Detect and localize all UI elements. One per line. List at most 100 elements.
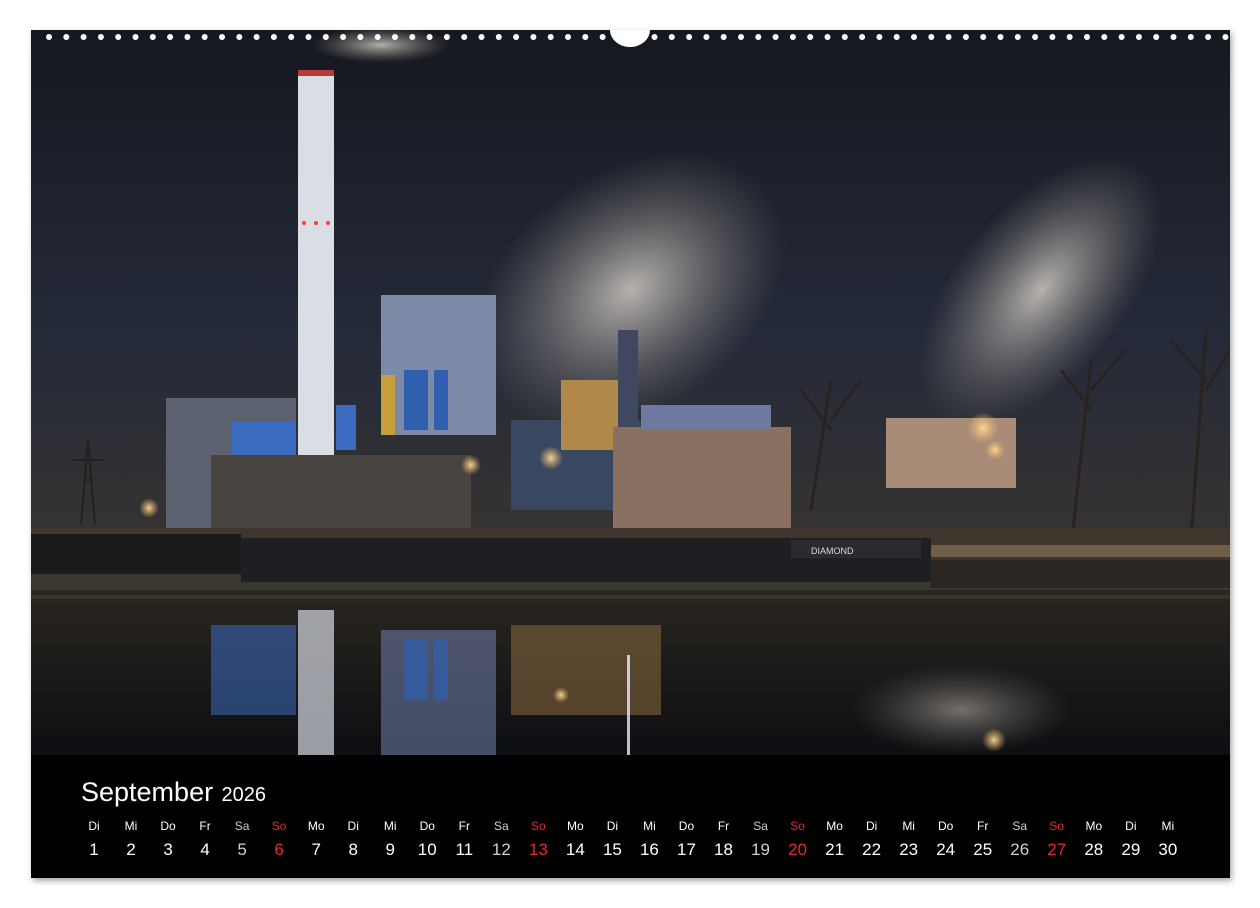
binding-hole xyxy=(824,34,831,40)
weekday-label: Do xyxy=(419,819,435,833)
binding-hole xyxy=(547,34,554,40)
binding-hole xyxy=(63,34,70,40)
binding-hole xyxy=(1049,34,1056,40)
binding-hole xyxy=(1084,34,1090,40)
binding-hole xyxy=(340,34,347,40)
weekday-label: Mi xyxy=(1161,819,1175,833)
day-number: 24 xyxy=(936,840,956,859)
binding-hole xyxy=(772,34,779,40)
day-number: 12 xyxy=(491,840,511,859)
binding-hole xyxy=(565,34,571,40)
weekday-label: Sa xyxy=(1012,819,1028,833)
binding-hole xyxy=(253,34,260,40)
weekday-label: Di xyxy=(606,819,619,833)
weekday-label: Sa xyxy=(234,819,250,833)
binding-hole xyxy=(443,34,450,40)
weekday-label: Mo xyxy=(307,819,325,833)
binding-hole xyxy=(997,34,1004,40)
day-number: 18 xyxy=(714,840,733,859)
binding-hole xyxy=(876,34,883,40)
binding-hole xyxy=(357,34,364,40)
binding-hole xyxy=(1135,34,1142,40)
binding-hole xyxy=(80,34,87,40)
weekday-label: So xyxy=(531,819,546,833)
day-number: 6 xyxy=(274,840,284,859)
binding-hole xyxy=(911,34,917,40)
day-number: 11 xyxy=(455,840,474,859)
binding-hole xyxy=(789,34,796,40)
weekday-label: Fr xyxy=(977,819,989,833)
binding-hole xyxy=(1170,34,1177,40)
weekday-label: Di xyxy=(1125,819,1137,833)
binding-hole xyxy=(46,34,52,40)
weekday-label: Mo xyxy=(1085,819,1103,833)
binding-hole xyxy=(668,34,675,40)
binding-hole xyxy=(115,34,122,40)
weekday-label: Fr xyxy=(458,819,470,833)
binding-hole xyxy=(738,34,744,40)
binding-hole xyxy=(219,34,225,40)
day-number: 3 xyxy=(163,840,173,859)
weekday-label: Mo xyxy=(826,819,843,833)
day-number: 14 xyxy=(565,840,585,859)
day-number: 7 xyxy=(311,840,321,859)
weekday-label: Do xyxy=(678,819,695,833)
binding-hole xyxy=(184,34,191,40)
day-number: 9 xyxy=(385,840,395,859)
binding-hole xyxy=(288,34,295,40)
binding-hole xyxy=(599,34,606,40)
binding-hole xyxy=(149,34,156,40)
street-lamp-glow xyxy=(967,412,999,444)
power-plant-night-photo: DIAMOND xyxy=(31,30,1230,755)
binding-hole xyxy=(1014,34,1021,40)
weekday-label: Sa xyxy=(753,819,768,833)
weekday-label: Fr xyxy=(717,819,730,833)
binding-hole xyxy=(582,34,589,40)
weekday-label: So xyxy=(790,819,805,833)
binding-hole xyxy=(132,34,139,40)
binding-hole xyxy=(392,34,398,40)
binding-hole xyxy=(686,34,693,40)
day-number: 20 xyxy=(788,840,808,859)
chimney-reflection xyxy=(298,610,334,755)
binding-hole xyxy=(962,34,969,40)
binding-hole xyxy=(1187,34,1194,40)
day-number: 15 xyxy=(602,840,622,859)
day-number: 21 xyxy=(825,840,845,859)
day-number: 13 xyxy=(528,840,548,859)
weekday-label: Do xyxy=(160,819,176,833)
binding-hole xyxy=(1066,34,1073,40)
binding-hole xyxy=(322,34,329,40)
binding-hole xyxy=(651,34,658,40)
binding-hole xyxy=(530,34,537,40)
binding-hole xyxy=(928,34,935,40)
weekday-label: So xyxy=(1049,819,1065,833)
day-number: 16 xyxy=(639,840,659,859)
binding-hole xyxy=(478,34,485,40)
binding-hole xyxy=(1222,34,1229,40)
day-number: 25 xyxy=(973,840,993,859)
quay-wall xyxy=(931,560,1230,588)
binding-hole xyxy=(755,34,762,40)
day-grid: Di 1 Mi 2 Do 3 Fr 4 Sa 5 So 6 Mo 7 Di 8 Mi 9 Do 10 Fr 11 Sa 12 S… xyxy=(31,755,1230,878)
weekday-label: Di xyxy=(865,819,878,833)
binding-hole xyxy=(495,34,502,40)
binding-hole xyxy=(513,34,520,40)
weekday-label: Mi xyxy=(383,819,397,833)
binding-hole xyxy=(1118,34,1125,40)
day-number: 22 xyxy=(862,840,882,859)
binding-hole xyxy=(167,34,174,40)
binding-hole xyxy=(893,34,900,40)
right-hall xyxy=(613,427,791,532)
binding-hole xyxy=(1032,34,1039,40)
binding-hole xyxy=(703,34,710,40)
day-number: 10 xyxy=(417,840,437,859)
binding-hole xyxy=(97,34,104,40)
calendar-sheet: DIAMOND xyxy=(31,30,1230,878)
day-number: 26 xyxy=(1010,840,1030,859)
weekday-label: Mo xyxy=(567,819,584,833)
binding-hole xyxy=(409,34,416,40)
binding-hole xyxy=(859,34,866,40)
chimney xyxy=(298,70,334,458)
weekday-label: Di xyxy=(347,819,359,833)
